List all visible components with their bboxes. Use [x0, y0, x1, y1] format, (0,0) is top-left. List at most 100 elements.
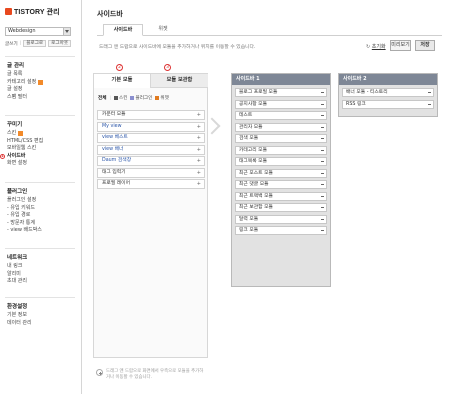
blog-select[interactable]: Webdesign: [5, 27, 71, 36]
add-icon[interactable]: +: [197, 111, 201, 119]
menu-item-html-css[interactable]: HTML/CSS 편집: [7, 138, 43, 146]
minus-icon[interactable]: [321, 161, 324, 162]
module-item[interactable]: view 배너 +: [97, 144, 205, 155]
plugin-square-icon: [130, 95, 135, 100]
divider: [5, 56, 75, 57]
filter-plugin[interactable]: 플러그인: [130, 95, 152, 101]
admin-sidebar: TISTORY 관리 Webdesign 글쓰기 | 블로그로 로그아웃 글 관…: [0, 0, 82, 394]
module-item[interactable]: view 베스트 +: [97, 133, 205, 143]
minus-icon[interactable]: [321, 195, 324, 197]
minus-icon[interactable]: [321, 149, 324, 151]
menu-item-sidebar[interactable]: 1 사이드바: [0, 153, 43, 161]
module-item[interactable]: Daum 검색창 +: [97, 156, 205, 166]
sidebar-module[interactable]: 카테고리 모듈: [235, 145, 327, 155]
menu-item-invite[interactable]: 초대 관리: [7, 278, 27, 286]
divider: [5, 115, 75, 116]
new-badge-icon: [38, 79, 44, 85]
logout-button[interactable]: 로그아웃: [48, 40, 72, 47]
menu-item-notifier[interactable]: 알리미: [7, 271, 27, 279]
blog-select-value: Webdesign: [8, 28, 36, 34]
step-marker-3: 3: [164, 64, 171, 71]
sidebar-module[interactable]: RSS 링크: [342, 99, 434, 109]
sidebar-module[interactable]: 최근 보관함 모듈: [235, 203, 327, 212]
sidebar-1-list: 블로그 프로필 모듈 공지사항 모듈 테스트 관리자 모듈 검색 모듈 카테고리…: [232, 85, 330, 241]
menu-item-my-links[interactable]: 내 링크: [7, 263, 27, 271]
sidebar-module[interactable]: 달력 모듈: [235, 214, 327, 224]
add-icon[interactable]: +: [197, 146, 201, 154]
sidebar-module[interactable]: 최근 트랙백 모듈: [235, 191, 327, 201]
sidebar-module[interactable]: 공지사항 모듈: [235, 99, 327, 109]
tab-widget[interactable]: 위젯: [151, 24, 175, 36]
module-panel: 기본 모듈 모듈 보관함 전체 | 스킨 플러그인 위젯 카운터 모듈 + My …: [93, 73, 208, 358]
minus-icon[interactable]: [321, 172, 324, 174]
reset-button[interactable]: ↻ 초기화: [366, 43, 386, 50]
module-item[interactable]: My view +: [97, 121, 205, 132]
menu-item-visitor-stats[interactable]: - 방문자 통계: [7, 220, 42, 228]
minus-icon[interactable]: [321, 92, 324, 93]
filter-widget[interactable]: 위젯: [155, 95, 169, 101]
add-icon[interactable]: +: [197, 169, 201, 177]
divider: |: [19, 41, 22, 46]
sidebar-2-column: 사이드바 2 배너 모듈 - 티스토리 RSS 링크: [338, 73, 438, 117]
filter-all[interactable]: 전체: [98, 95, 106, 101]
preview-button[interactable]: 미리보기: [390, 40, 411, 51]
sidebar-2-title: 사이드바 2: [339, 74, 437, 85]
add-icon[interactable]: +: [197, 180, 201, 188]
sidebar-module[interactable]: 관리자 모듈: [235, 122, 327, 132]
minus-icon[interactable]: [321, 218, 324, 220]
tab-sidebar[interactable]: 사이드바: [103, 24, 143, 36]
tistory-logo[interactable]: TISTORY 관리: [5, 7, 60, 16]
chevron-down-icon[interactable]: [63, 28, 70, 35]
sidebar-module[interactable]: 최근 포스트 모듈: [235, 168, 327, 178]
minus-icon[interactable]: [428, 103, 431, 105]
step-marker-1: 1: [0, 153, 5, 159]
plus-circle-icon: [96, 369, 103, 376]
tab-basic-modules[interactable]: 기본 모듈: [94, 74, 151, 88]
menu-item-plugin-settings[interactable]: 플러그인 설정: [7, 197, 42, 205]
sidebar-1-title: 사이드바 1: [232, 74, 330, 85]
menu-item-view-badbox[interactable]: - view 배드박스: [7, 227, 42, 235]
menu-item-skin[interactable]: 스킨: [7, 130, 43, 138]
save-button[interactable]: 저장: [415, 40, 435, 51]
sidebar-module[interactable]: 최근 댓글 모듈: [235, 180, 327, 189]
sidebar-module[interactable]: 태그목록 모듈: [235, 157, 327, 166]
sidebar-module[interactable]: 테스트: [235, 111, 327, 120]
divider: |: [109, 95, 112, 101]
minus-icon[interactable]: [321, 103, 324, 105]
add-icon[interactable]: +: [197, 157, 201, 165]
module-item[interactable]: 태그 입력기 +: [97, 167, 205, 178]
menu-item-inflow-keyword[interactable]: - 유입 키워드: [7, 205, 42, 213]
menu-item-spam-filter[interactable]: 스팸 필터: [7, 94, 43, 102]
menu-item-data-manage[interactable]: 데이터 관리: [7, 320, 32, 328]
sidebar-module[interactable]: 배너 모듈 - 티스토리: [342, 88, 434, 97]
minus-icon[interactable]: [321, 184, 324, 185]
filter-skin[interactable]: 스킨: [114, 95, 127, 101]
menu-item-post-list[interactable]: 글 목록: [7, 71, 43, 79]
minus-icon[interactable]: [321, 138, 324, 139]
sidebar-module[interactable]: 검색 모듈: [235, 134, 327, 143]
minus-icon[interactable]: [428, 92, 431, 93]
write-link[interactable]: 글쓰기: [5, 41, 18, 47]
menu-item-basic-info[interactable]: 기본 정보: [7, 312, 32, 320]
minus-icon[interactable]: [321, 115, 324, 116]
tab-module-storage[interactable]: 모듈 보관함: [151, 74, 208, 88]
sidebar-module[interactable]: 링크 모듈: [235, 226, 327, 235]
menu-item-post-settings[interactable]: 글 설정: [7, 86, 43, 94]
minus-icon[interactable]: [321, 230, 324, 231]
menu-item-inflow-path[interactable]: - 유입 경로: [7, 212, 42, 220]
go-blog-button[interactable]: 블로그로: [23, 40, 47, 47]
minus-icon[interactable]: [321, 207, 324, 208]
menu-item-mobile-skin[interactable]: 모바일웹 스킨: [7, 145, 43, 153]
sidebar-2-list: 배너 모듈 - 티스토리 RSS 링크: [339, 85, 437, 114]
menu-item-category[interactable]: 카테고리 설정: [7, 79, 44, 87]
minus-icon[interactable]: [321, 126, 324, 128]
main-content: 사이드바 사이드바 위젯 드래그 앤 드랍으로 사이드바에 모듈을 추가하거나 …: [83, 0, 450, 394]
menu-item-screen-settings[interactable]: 화면 설정: [7, 160, 43, 168]
add-icon[interactable]: +: [197, 123, 201, 131]
module-item[interactable]: 카운터 모듈 +: [97, 110, 205, 120]
module-item[interactable]: 프로필 레이어 +: [97, 179, 205, 189]
add-icon[interactable]: +: [197, 134, 201, 142]
divider: [5, 248, 75, 249]
sidebar-module[interactable]: 블로그 프로필 모듈: [235, 88, 327, 97]
widget-square-icon: [155, 95, 160, 100]
